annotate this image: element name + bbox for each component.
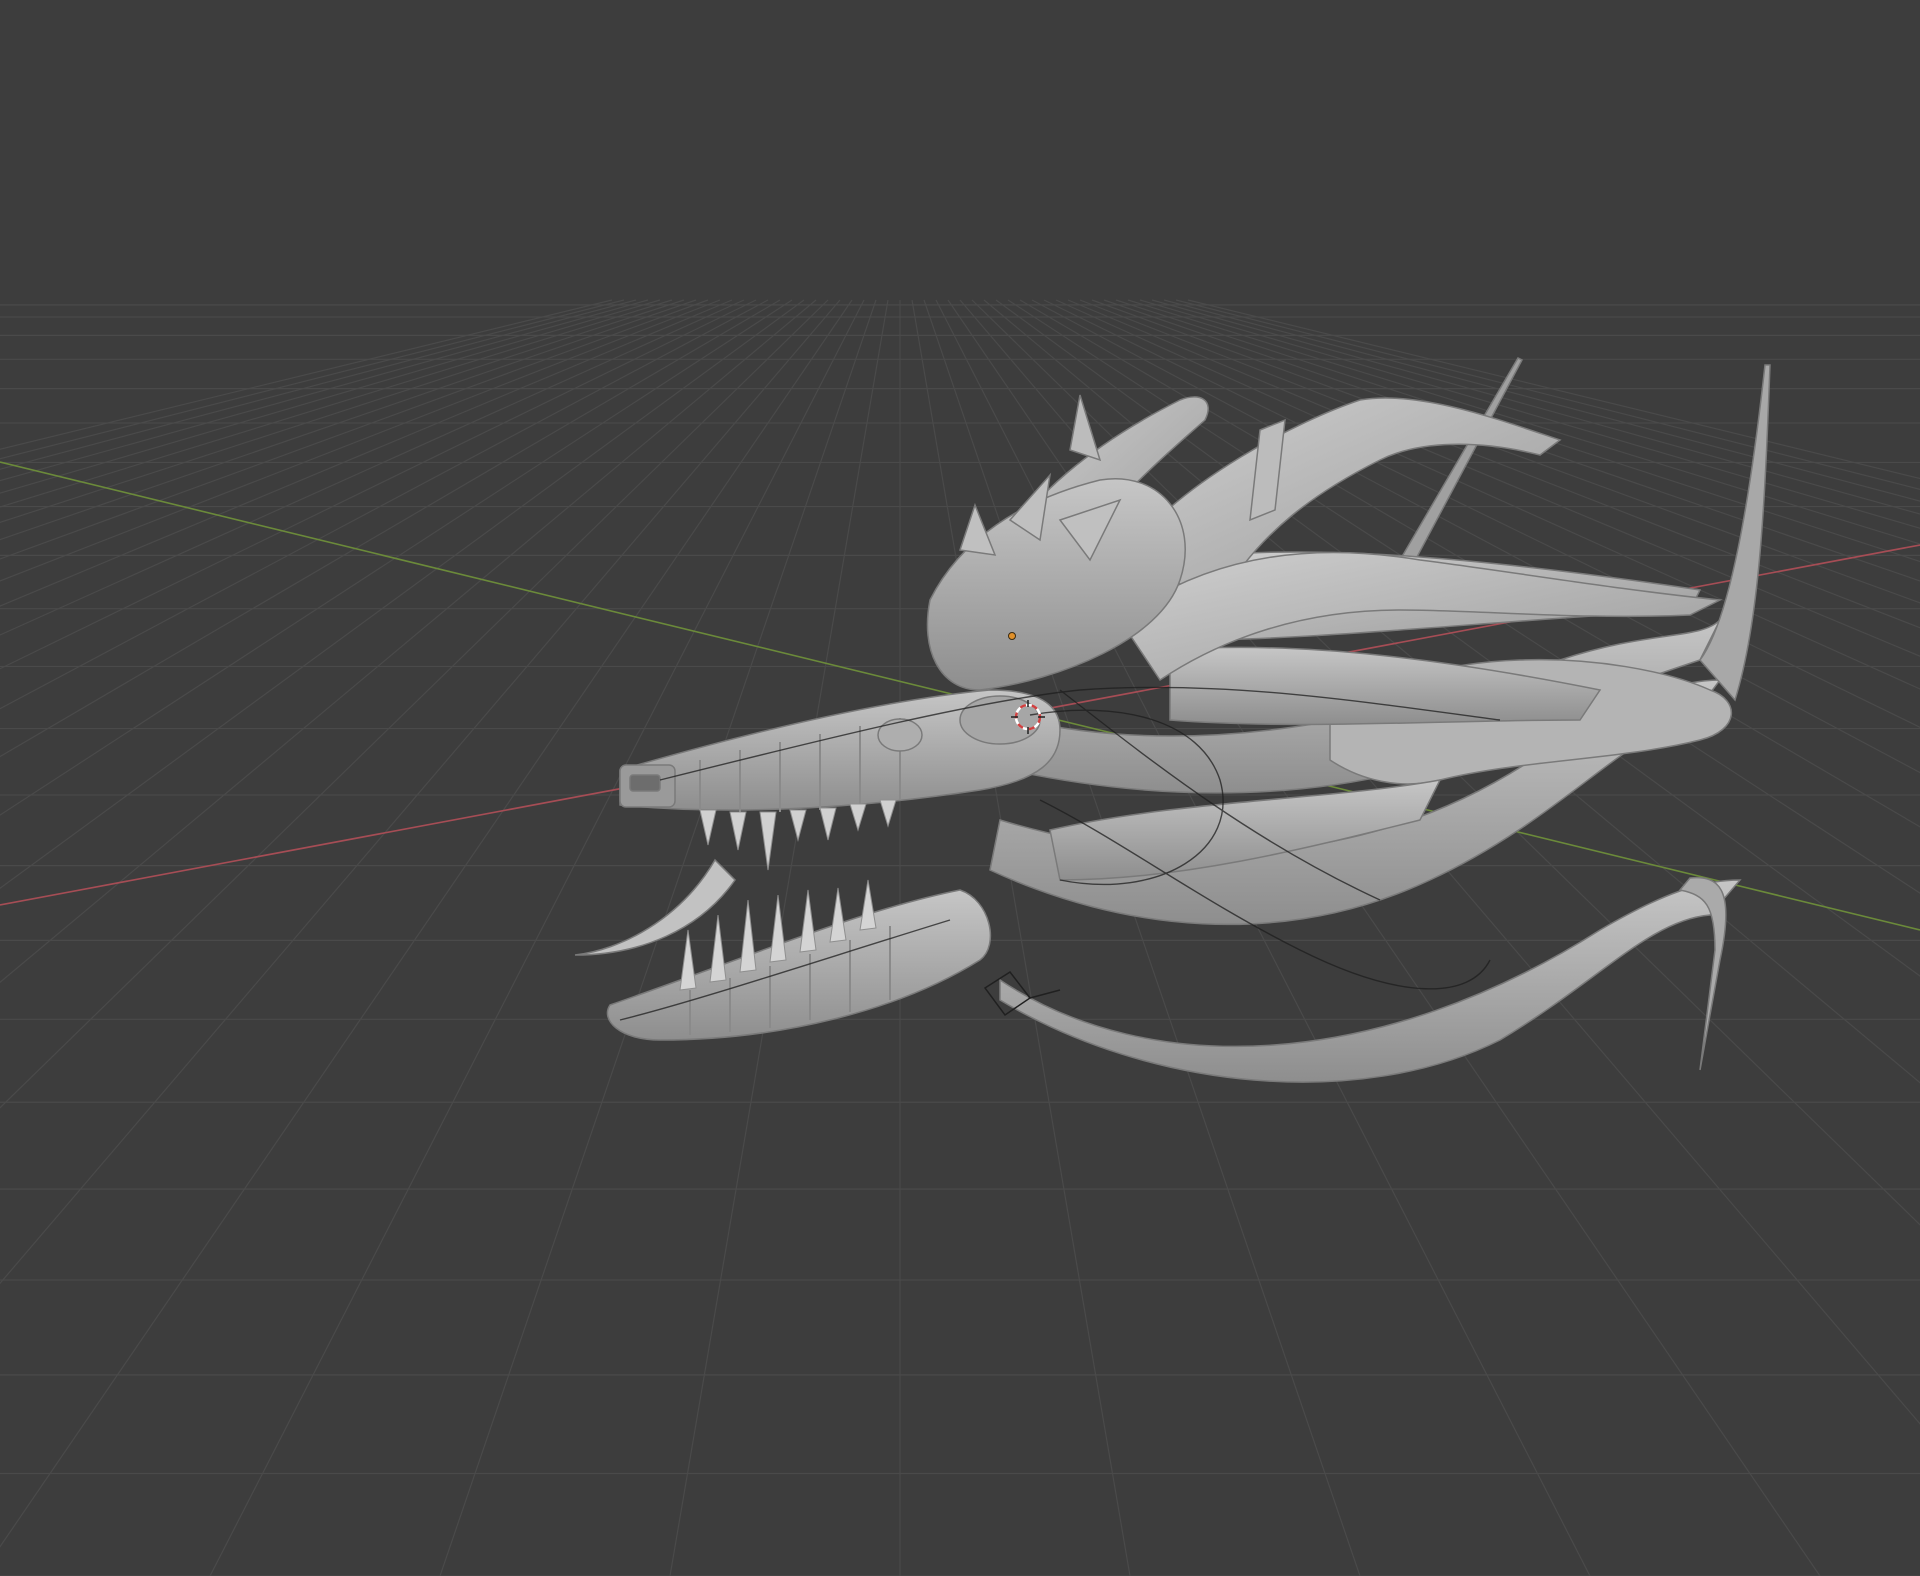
grid-line	[0, 299, 721, 582]
viewport-canvas[interactable]	[0, 0, 1920, 1576]
grid-line	[0, 299, 709, 560]
3d-viewport[interactable]	[0, 0, 1920, 1576]
lower-jaw	[606, 889, 992, 1041]
grid-line	[209, 299, 865, 1576]
grid-line	[0, 299, 661, 494]
nostril-hole	[629, 774, 661, 792]
object-origin-icon[interactable]	[1008, 632, 1016, 640]
dragon-head-mesh[interactable]	[574, 357, 1771, 1083]
grid-line	[0, 299, 841, 1285]
grid-line	[0, 299, 733, 607]
grid-line	[0, 299, 829, 1109]
grid-line	[0, 299, 685, 524]
grid-line	[0, 299, 613, 450]
grid-line	[1031, 299, 1920, 774]
brow-spike-1	[1069, 394, 1102, 462]
grid-line	[0, 299, 673, 508]
eye-ridge	[877, 718, 923, 752]
rear-spine-tendril	[1699, 364, 1771, 702]
grid-line	[0, 299, 697, 541]
grid-line	[1055, 299, 1920, 690]
grid-line	[0, 299, 853, 1548]
